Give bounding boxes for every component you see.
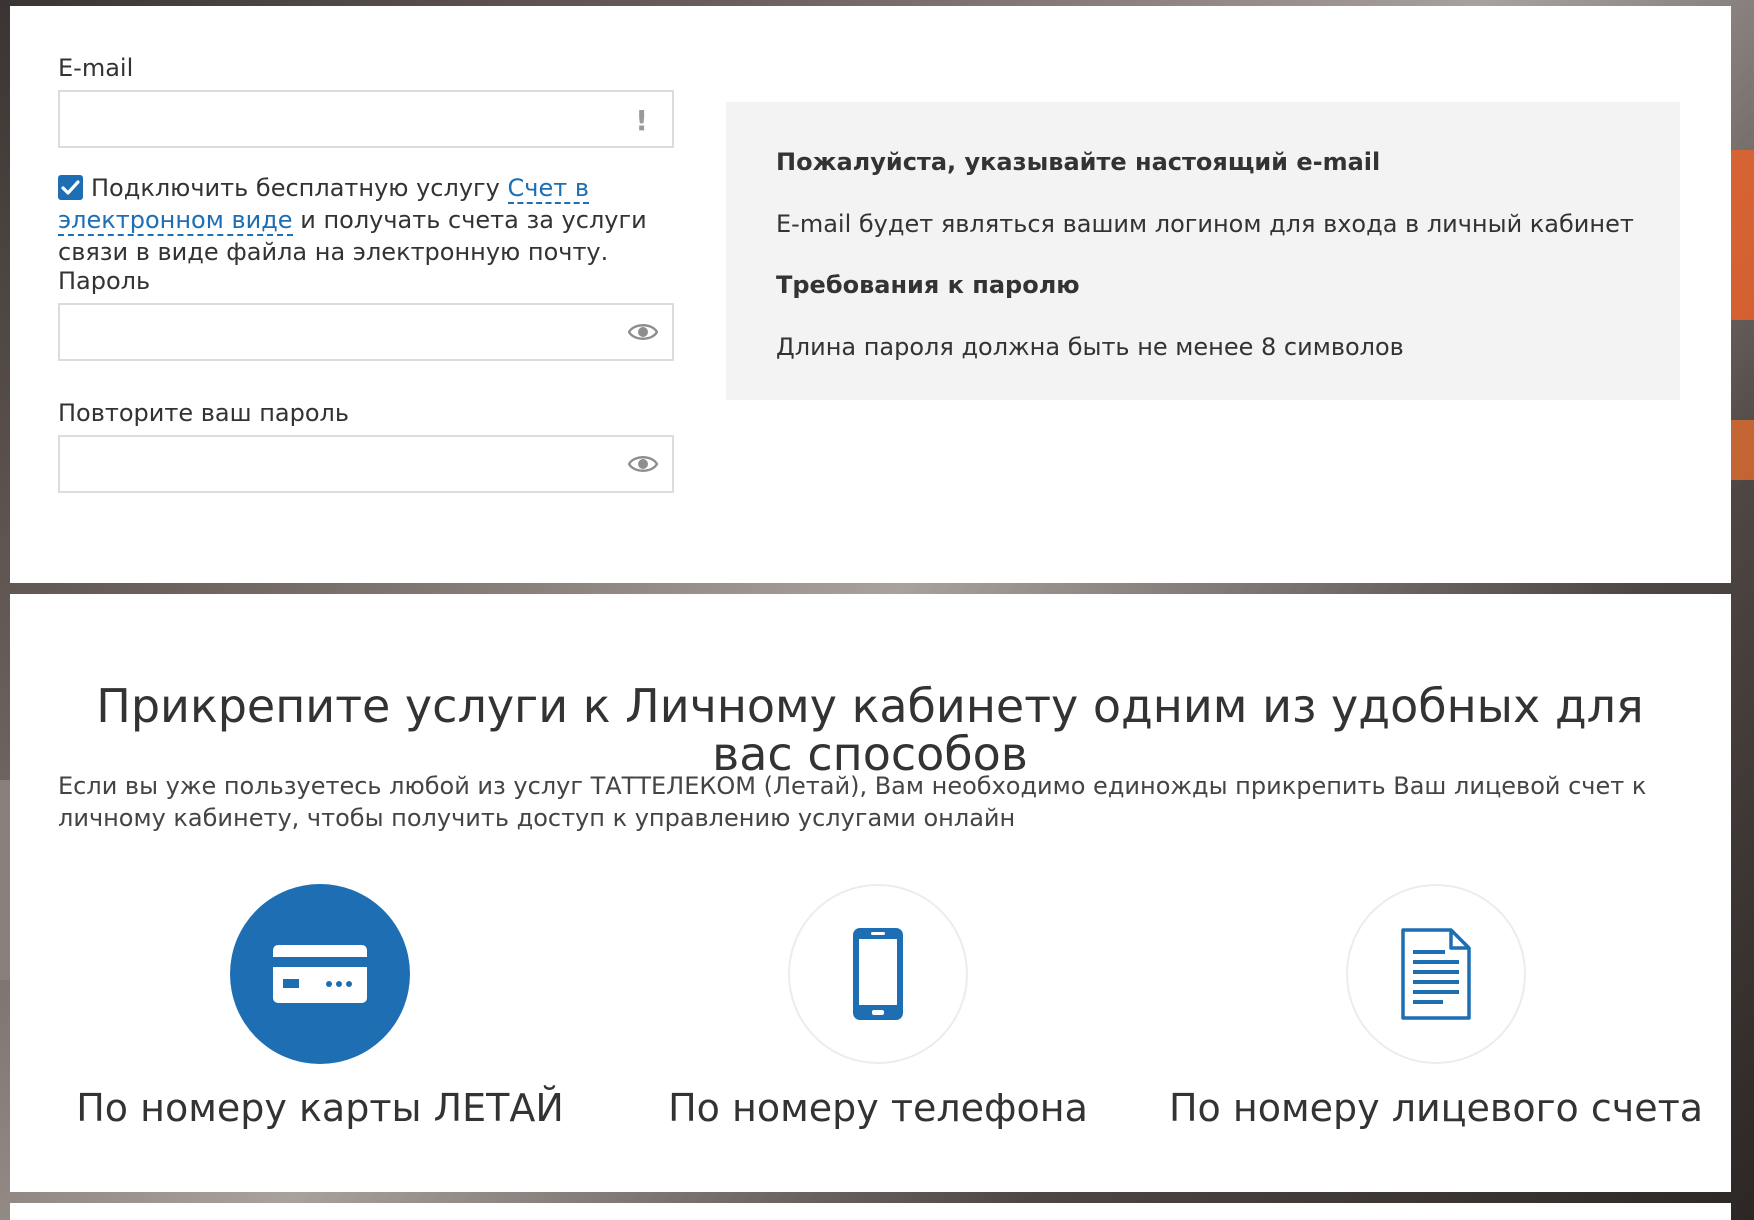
email-field-wrapper[interactable]: ! — [58, 90, 674, 148]
option-label: По номеру карты ЛЕТАЙ — [76, 1086, 564, 1130]
warning-icon: ! — [635, 104, 648, 137]
background-accent — [0, 780, 10, 980]
consent-text-before: Подключить бесплатную услугу — [91, 174, 500, 202]
password-field-wrapper[interactable] — [58, 303, 674, 361]
info-email-heading: Пожалуйста, указывайте настоящий e-mail — [776, 148, 1381, 176]
attach-description: Если вы уже пользуетесь любой из услуг Т… — [58, 772, 1647, 832]
e-invoice-consent: Подключить бесплатную услугу Счет в элек… — [58, 172, 678, 268]
option-icon-circle[interactable] — [788, 884, 968, 1064]
credit-card-icon — [273, 945, 367, 1003]
password-field[interactable] — [60, 305, 652, 359]
info-box: Пожалуйста, указывайте настоящий e-mail … — [726, 102, 1680, 400]
background-accent — [1728, 420, 1754, 480]
info-password-heading: Требования к паролю — [776, 271, 1080, 299]
e-invoice-checkbox[interactable] — [58, 175, 83, 200]
document-icon — [1401, 928, 1471, 1020]
option-label: По номеру лицевого счета — [1168, 1086, 1704, 1130]
attach-services-panel: Прикрепите услуги к Личному кабинету одн… — [10, 594, 1731, 1192]
info-password-text: Длина пароля должна быть не менее 8 симв… — [776, 333, 1404, 361]
next-panel-edge — [10, 1203, 1731, 1220]
email-field[interactable] — [60, 92, 652, 146]
email-label: E-mail — [58, 54, 134, 82]
smartphone-icon — [853, 928, 903, 1020]
eye-icon[interactable] — [628, 321, 658, 343]
option-by-phone[interactable]: По номеру телефона — [598, 884, 1158, 1130]
option-icon-circle[interactable] — [230, 884, 410, 1064]
checkmark-icon — [61, 180, 80, 195]
attach-title: Прикрепите услуги к Личному кабинету одн… — [96, 679, 1644, 782]
password-repeat-field[interactable] — [60, 437, 652, 491]
password-repeat-field-wrapper[interactable] — [58, 435, 674, 493]
password-repeat-label: Повторите ваш пароль — [58, 399, 349, 427]
eye-icon[interactable] — [628, 453, 658, 475]
password-label: Пароль — [58, 267, 151, 295]
option-icon-circle[interactable] — [1346, 884, 1526, 1064]
info-email-text: E-mail будет являться вашим логином для … — [776, 210, 1634, 238]
registration-panel: E-mail ! Подключить бесплатную услугу Сч… — [10, 6, 1731, 583]
option-by-card[interactable]: По номеру карты ЛЕТАЙ — [40, 884, 600, 1130]
option-by-account[interactable]: По номеру лицевого счета — [1156, 884, 1716, 1130]
option-label: По номеру телефона — [668, 1086, 1088, 1130]
